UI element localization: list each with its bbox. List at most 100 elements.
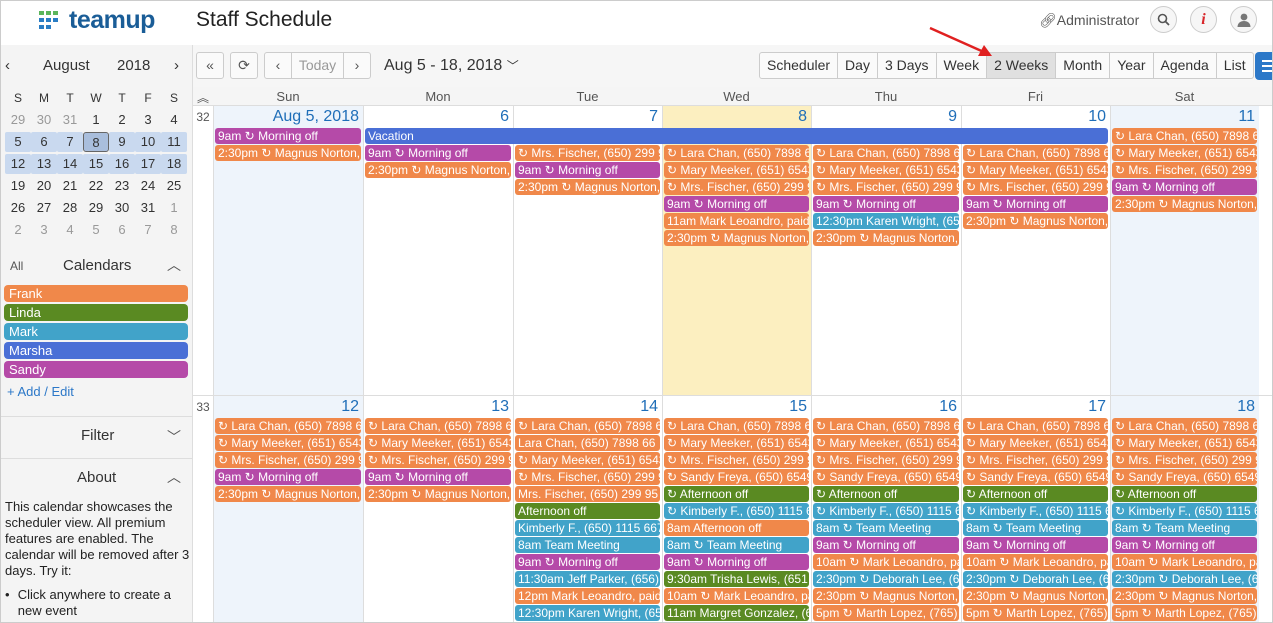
event-chip[interactable]: ↻ Mrs. Fischer, (650) 299 9 — [664, 452, 809, 468]
collapse-sidebar-button[interactable]: « — [196, 52, 224, 79]
event-chip[interactable]: ↻ Lara Chan, (650) 7898 6 — [813, 418, 959, 434]
event-chip[interactable]: 9am ↻ Morning off — [963, 196, 1108, 212]
event-chip[interactable]: ↻ Lara Chan, (650) 7898 6 — [664, 145, 809, 161]
mini-day[interactable]: 17 — [135, 154, 161, 174]
event-chip[interactable]: ↻ Lara Chan, (650) 7898 6 — [963, 145, 1108, 161]
event-chip[interactable]: 11am Margret Gonzalez, (6 — [664, 605, 809, 621]
event-chip[interactable]: 12:30pm Karen Wright, (65 — [813, 213, 959, 229]
mini-day[interactable]: 3 — [31, 220, 57, 240]
event-chip[interactable]: 9am ↻ Morning off — [365, 469, 511, 485]
search-button[interactable] — [1150, 6, 1177, 33]
mini-day[interactable]: 21 — [57, 176, 83, 196]
administrator-link[interactable]: 🔗︎Administrator — [1039, 12, 1139, 29]
mini-day[interactable]: 30 — [109, 198, 135, 218]
event-chip[interactable]: 9am ↻ Morning off — [365, 145, 511, 161]
event-chip[interactable]: ↻ Mrs. Fischer, (650) 299 9 — [515, 145, 660, 161]
event-chip[interactable]: 12pm Mark Leoandro, paid — [515, 588, 660, 604]
event-chip[interactable]: 2:30pm ↻ Magnus Norton, — [664, 230, 809, 246]
mini-day[interactable]: 15 — [83, 154, 109, 174]
mini-day[interactable]: 12 — [5, 154, 31, 174]
event-chip[interactable]: ↻ Mrs. Fischer, (650) 299 9 — [215, 452, 361, 468]
event-chip[interactable]: ↻ Mrs. Fischer, (650) 299 9 — [515, 469, 660, 485]
day-number[interactable]: 9 — [948, 108, 957, 126]
event-chip[interactable]: ↻ Mary Meeker, (651) 6543 — [664, 435, 809, 451]
mini-day[interactable]: 3 — [135, 110, 161, 130]
event-chip[interactable]: Kimberly F., (650) 1115 667 — [515, 520, 660, 536]
event-chip[interactable]: ↻ Mary Meeker, (651) 6543 — [1112, 435, 1257, 451]
about-section-header[interactable]: About ︿ — [1, 458, 192, 498]
prev-month-button[interactable]: ‹ — [5, 57, 10, 74]
event-chip[interactable]: 2:30pm ↻ Magnus Norton, — [1112, 196, 1257, 212]
event-chip[interactable]: 10am ↻ Mark Leoandro, pa — [963, 554, 1108, 570]
day-number[interactable]: 16 — [939, 398, 957, 416]
day-number[interactable]: 15 — [789, 398, 807, 416]
mini-day[interactable]: 19 — [5, 176, 31, 196]
day-number[interactable]: 12 — [341, 398, 359, 416]
view-month[interactable]: Month — [1056, 53, 1111, 78]
mini-day[interactable]: 8 — [161, 220, 187, 240]
mini-day[interactable]: 4 — [57, 220, 83, 240]
mini-day[interactable]: 2 — [109, 110, 135, 130]
mini-day[interactable]: 6 — [109, 220, 135, 240]
calendar-item-linda[interactable]: Linda — [4, 304, 188, 321]
view-day[interactable]: Day — [838, 53, 878, 78]
event-chip[interactable]: 9am ↻ Morning off — [813, 196, 959, 212]
event-chip[interactable]: 2:30pm ↻ Deborah Lee, (6 — [813, 571, 959, 587]
mini-day[interactable]: 5 — [5, 132, 31, 152]
event-chip[interactable]: ↻ Lara Chan, (650) 7898 6 — [515, 418, 660, 434]
event-chip[interactable]: 8am ↻ Team Meeting — [813, 520, 959, 536]
next-month-button[interactable]: › — [174, 57, 179, 74]
event-chip[interactable]: ↻ Afternoon off — [813, 486, 959, 502]
event-chip[interactable]: ↻ Kimberly F., (650) 1115 6 — [1112, 503, 1257, 519]
mini-day[interactable]: 1 — [161, 198, 187, 218]
event-chip[interactable]: 8am Afternoon off — [664, 520, 809, 536]
event-chip[interactable]: ↻ Mary Meeker, (651) 6543 — [215, 435, 361, 451]
mini-day[interactable]: 6 — [31, 132, 57, 152]
today-button[interactable]: Today — [291, 52, 344, 79]
event-chip[interactable]: 2:30pm ↻ Magnus Norton, — [963, 213, 1108, 229]
event-chip[interactable]: ↻ Mrs. Fischer, (650) 299 9 — [963, 452, 1108, 468]
event-chip[interactable]: 9am ↻ Morning off — [1112, 179, 1257, 195]
event-chip[interactable]: Mrs. Fischer, (650) 299 95 — [515, 486, 660, 502]
event-chip[interactable]: ↻ Mrs. Fischer, (650) 299 9 — [813, 179, 959, 195]
event-chip[interactable]: ↻ Sandy Freya, (650) 6549 — [963, 469, 1108, 485]
event-chip[interactable]: 2:30pm ↻ Magnus Norton, — [515, 179, 660, 195]
all-calendars-toggle[interactable]: All — [10, 259, 23, 273]
mini-day[interactable]: 28 — [57, 198, 83, 218]
prev-button[interactable]: ‹ — [264, 52, 292, 79]
view-agenda[interactable]: Agenda — [1154, 53, 1217, 78]
event-chip[interactable]: 2:30pm ↻ Magnus Norton, — [365, 486, 511, 502]
mini-day[interactable]: 24 — [135, 176, 161, 196]
mini-day[interactable]: 9 — [109, 132, 135, 152]
teamup-logo[interactable]: teamup — [37, 6, 155, 35]
mini-day[interactable]: 22 — [83, 176, 109, 196]
mini-day[interactable]: 29 — [5, 110, 31, 130]
event-chip[interactable]: ↻ Mrs. Fischer, (650) 299 9 — [365, 452, 511, 468]
event-chip[interactable]: 8am ↻ Team Meeting — [1112, 520, 1257, 536]
event-chip[interactable]: ↻ Mary Meeker, (651) 6543 — [813, 162, 959, 178]
mini-day[interactable]: 14 — [57, 154, 83, 174]
mini-day[interactable]: 29 — [83, 198, 109, 218]
day-number[interactable]: 13 — [491, 398, 509, 416]
event-chip[interactable]: ↻ Mrs. Fischer, (650) 299 9 — [664, 179, 809, 195]
event-chip[interactable]: 8am Team Meeting — [515, 537, 660, 553]
event-chip[interactable]: 9am ↻ Morning off — [515, 554, 660, 570]
day-number[interactable]: 14 — [640, 398, 658, 416]
event-chip[interactable]: ↻ Mrs. Fischer, (650) 299 9 — [1112, 452, 1257, 468]
mini-day[interactable]: 8 — [83, 132, 109, 152]
event-chip[interactable]: 2:30pm ↻ Magnus Norton, — [813, 588, 959, 604]
event-chip[interactable]: ↻ Sandy Freya, (650) 6549 — [1112, 469, 1257, 485]
event-chip[interactable]: ↻ Lara Chan, (650) 7898 6 — [365, 418, 511, 434]
mini-day[interactable]: 11 — [161, 132, 187, 152]
day-number[interactable]: 7 — [649, 108, 658, 126]
day-number[interactable]: 6 — [500, 108, 509, 126]
day-number[interactable]: 11 — [1238, 108, 1255, 126]
info-button[interactable]: i — [1190, 6, 1217, 33]
event-chip[interactable]: 9am ↻ Morning off — [1112, 537, 1257, 553]
mini-day[interactable]: 26 — [5, 198, 31, 218]
mini-day[interactable]: 4 — [161, 110, 187, 130]
event-chip[interactable]: ↻ Afternoon off — [1112, 486, 1257, 502]
mini-day[interactable]: 1 — [83, 110, 109, 130]
event-chip[interactable]: 10am ↻ Mark Leoandro, pa — [813, 554, 959, 570]
day-number[interactable]: 18 — [1237, 398, 1255, 416]
